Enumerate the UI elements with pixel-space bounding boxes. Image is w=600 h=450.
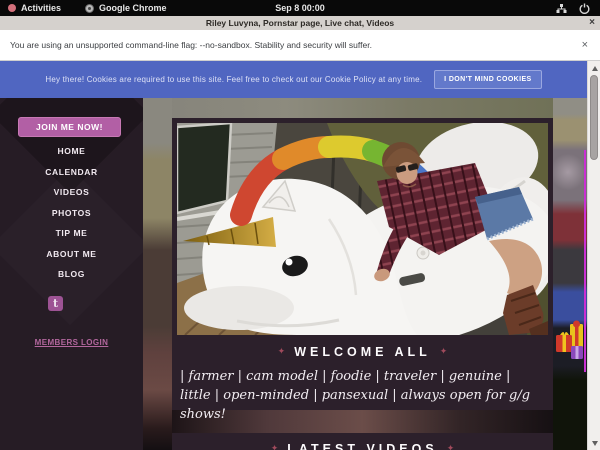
latest-videos-heading-row: ✦ LATEST VIDEOS ✦ xyxy=(172,442,553,450)
web-page: Hey there! Cookies are required to use t… xyxy=(0,61,600,450)
activities-button[interactable]: Activities xyxy=(8,3,61,13)
diamond-bullet-icon: ✦ xyxy=(271,445,279,450)
sidebar-item-home[interactable]: HOME xyxy=(0,141,143,162)
chrome-app-icon xyxy=(85,4,94,13)
window-close-icon[interactable]: × xyxy=(589,16,595,30)
main-content-panel: ✦ WELCOME ALL ✦ | farmer | cam model | f… xyxy=(172,118,553,410)
power-icon[interactable] xyxy=(579,3,590,14)
system-tray xyxy=(556,3,600,14)
cookie-message: Hey there! Cookies are required to use t… xyxy=(45,75,422,84)
scroll-down-icon[interactable] xyxy=(588,437,600,449)
sidebar-item-about-me[interactable]: ABOUT ME xyxy=(0,244,143,265)
cookie-accept-button[interactable]: I DON'T MIND COOKIES xyxy=(434,70,541,89)
scroll-up-icon[interactable] xyxy=(588,62,600,74)
network-icon[interactable] xyxy=(556,3,567,14)
chrome-infobar: You are using an unsupported command-lin… xyxy=(0,30,600,61)
window-title: Riley Luvyna, Pornstar page, Live chat, … xyxy=(206,18,394,28)
sidebar-item-blog[interactable]: BLOG xyxy=(0,264,143,285)
sidebar: JOIN ME NOW! HOME CALENDAR VIDEOS PHOTOS… xyxy=(0,98,143,450)
diamond-bullet-icon: ✦ xyxy=(278,348,286,357)
scrollbar-thumb[interactable] xyxy=(590,75,598,160)
welcome-heading: WELCOME ALL xyxy=(294,345,431,359)
join-me-now-button[interactable]: JOIN ME NOW! xyxy=(18,117,121,137)
site-body: JOIN ME NOW! HOME CALENDAR VIDEOS PHOTOS… xyxy=(0,98,587,450)
welcome-heading-row: ✦ WELCOME ALL ✦ xyxy=(177,345,548,359)
app-menu-button[interactable]: Google Chrome xyxy=(85,3,167,13)
sidebar-item-calendar[interactable]: CALENDAR xyxy=(0,162,143,183)
gift-boxes-graphic xyxy=(554,316,586,366)
diamond-bullet-icon: ✦ xyxy=(447,445,455,450)
background-photo-top xyxy=(143,98,553,118)
latest-videos-heading: LATEST VIDEOS xyxy=(287,442,437,450)
sidebar-item-videos[interactable]: VIDEOS xyxy=(0,182,143,203)
app-menu-label: Google Chrome xyxy=(99,3,167,13)
welcome-description: | farmer | cam model | foodie | traveler… xyxy=(177,367,548,424)
cookie-banner: Hey there! Cookies are required to use t… xyxy=(0,61,587,98)
activities-label: Activities xyxy=(21,3,61,13)
window-titlebar: Riley Luvyna, Pornstar page, Live chat, … xyxy=(0,16,600,30)
sidebar-item-tip-me[interactable]: TIP ME xyxy=(0,223,143,244)
hero-photo xyxy=(177,123,548,335)
infobar-close-icon[interactable]: × xyxy=(582,39,588,51)
sidebar-nav: HOME CALENDAR VIDEOS PHOTOS TIP ME ABOUT… xyxy=(0,141,143,285)
latest-videos-panel: ✦ LATEST VIDEOS ✦ xyxy=(172,433,553,450)
top-bar-left: Activities Google Chrome xyxy=(0,3,167,13)
members-login-link[interactable]: MEMBERS LOGIN xyxy=(0,338,143,347)
diamond-bullet-icon: ✦ xyxy=(440,348,448,357)
page-scrollbar[interactable] xyxy=(587,61,600,450)
infobar-message: You are using an unsupported command-lin… xyxy=(0,40,372,50)
background-photo-left xyxy=(143,98,172,450)
activities-dot-icon xyxy=(8,4,16,12)
twitter-icon[interactable]: t xyxy=(48,296,63,311)
gnome-top-bar: Activities Google Chrome Sep 8 00:00 xyxy=(0,0,600,16)
background-photo-right xyxy=(553,98,587,450)
sidebar-item-photos[interactable]: PHOTOS xyxy=(0,203,143,224)
desktop-screen: Activities Google Chrome Sep 8 00:00 Ril… xyxy=(0,0,600,450)
